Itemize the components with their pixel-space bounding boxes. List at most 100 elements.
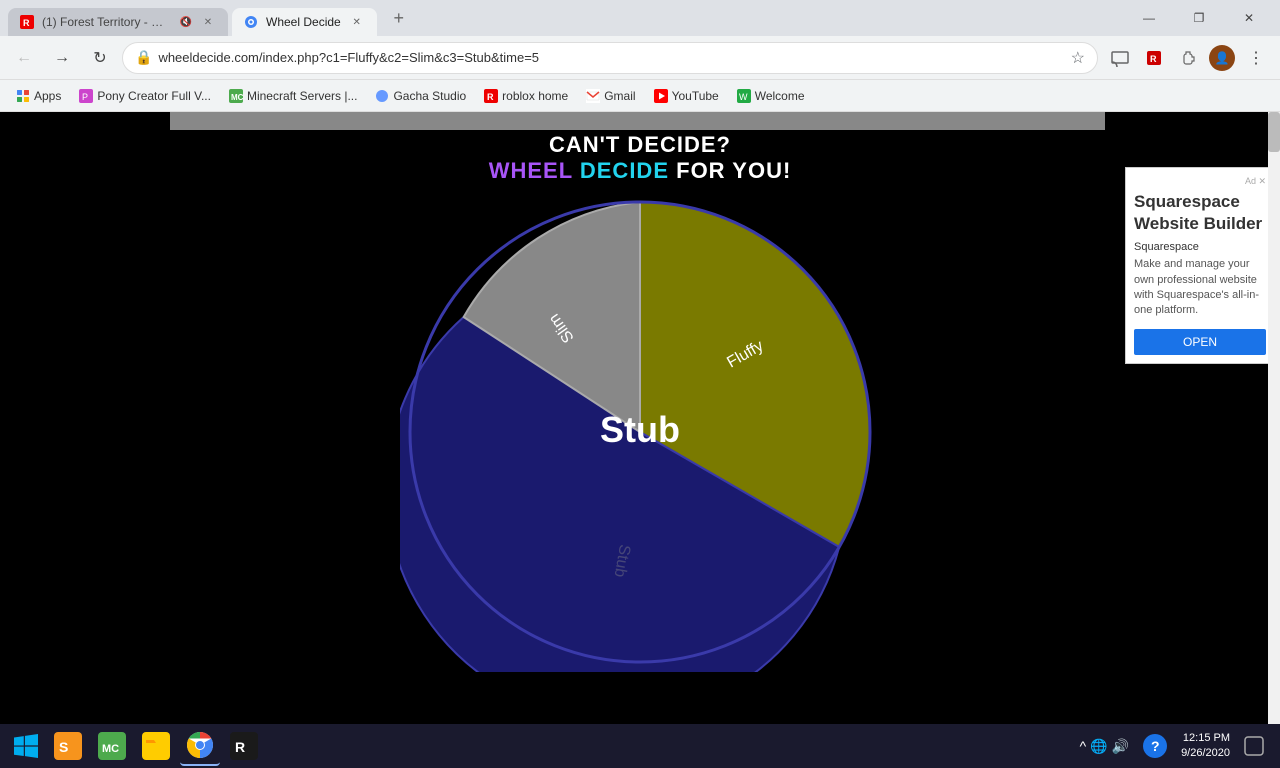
gmail-bookmark-icon [586, 89, 600, 103]
svg-text:MC: MC [102, 743, 119, 755]
extensions-icon[interactable] [1172, 42, 1204, 74]
svg-text:Stub: Stub [600, 409, 680, 450]
minimize-button[interactable]: — [1126, 2, 1172, 34]
svg-text:MC: MC [231, 93, 243, 102]
ad-title: Squarespace Website Builder [1134, 191, 1266, 235]
cast-icon[interactable] [1104, 42, 1136, 74]
svg-text:S: S [59, 739, 68, 755]
svg-text:R: R [23, 18, 30, 28]
forward-button[interactable]: → [46, 42, 78, 74]
scrollbar[interactable] [1268, 112, 1280, 732]
chrome-icon [186, 731, 214, 759]
file-explorer-icon [142, 732, 170, 760]
roblox2-bookmark-icon: R [484, 89, 498, 103]
svg-text:R: R [235, 739, 245, 755]
menu-button[interactable]: ⋮ [1240, 42, 1272, 74]
minecraft-icon: MC [98, 732, 126, 760]
maximize-button[interactable]: ❐ [1176, 2, 1222, 34]
bookmark-gacha[interactable]: Gacha Studio [367, 85, 474, 107]
sound-icon[interactable]: 🔊 [1112, 738, 1129, 755]
bookmark-minecraft[interactable]: MC Minecraft Servers |... [221, 85, 365, 107]
clock-time: 12:15 PM [1181, 731, 1230, 746]
network-icon[interactable]: 🌐 [1090, 738, 1107, 755]
notification-icon [1244, 736, 1264, 756]
windows-logo-icon [14, 734, 38, 758]
ad-description: Make and manage your own professional we… [1134, 257, 1266, 319]
wheel-container[interactable]: Stub Fluffy Slim Stub [400, 192, 880, 677]
taskbar-help[interactable]: ? [1135, 726, 1175, 766]
bookmark-youtube[interactable]: YouTube [646, 85, 727, 107]
tab-roblox-close[interactable]: ✕ [200, 14, 216, 30]
heading-decide: DECIDE [580, 158, 669, 183]
bookmark-apps[interactable]: Apps [8, 85, 69, 107]
bookmarks-bar: Apps P Pony Creator Full V... MC Minecra… [0, 80, 1280, 112]
bookmark-gacha-label: Gacha Studio [393, 89, 466, 103]
help-icon: ? [1141, 732, 1169, 760]
heading-wheel: WHEEL [489, 158, 573, 183]
bookmark-welcome-label: Welcome [755, 89, 805, 103]
top-banner [170, 112, 1105, 130]
bookmark-gmail-label: Gmail [604, 89, 635, 103]
scratch-icon: S [54, 732, 82, 760]
close-button[interactable]: ✕ [1226, 2, 1272, 34]
ad-open-button[interactable]: OPEN [1134, 329, 1266, 355]
taskbar-clock[interactable]: 12:15 PM 9/26/2020 [1181, 731, 1230, 762]
tab-roblox[interactable]: R (1) Forest Territory - Roblox 🔇 ✕ [8, 8, 228, 36]
new-tab-button[interactable]: + [385, 4, 413, 32]
notification-center[interactable] [1236, 728, 1272, 764]
tab-wheeldecide[interactable]: Wheel Decide ✕ [232, 8, 377, 36]
bookmark-youtube-label: YouTube [672, 89, 719, 103]
taskbar-roblox[interactable]: R [224, 726, 264, 766]
bookmark-welcome[interactable]: W Welcome [729, 85, 813, 107]
ad-panel: Ad ✕ Squarespace Website Builder Squares… [1125, 167, 1275, 364]
bookmark-pony-label: Pony Creator Full V... [97, 89, 211, 103]
wheel-svg: Stub Fluffy Slim Stub [400, 192, 880, 672]
window-controls: — ❐ ✕ [1126, 2, 1272, 34]
bookmark-robloxhome-label: roblox home [502, 89, 568, 103]
address-text: wheeldecide.com/index.php?c1=Fluffy&c2=S… [158, 50, 1064, 65]
lock-icon: 🔒 [135, 49, 152, 66]
apps-bookmark-icon [16, 89, 30, 103]
bookmark-robloxhome[interactable]: R roblox home [476, 85, 576, 107]
bookmark-apps-label: Apps [34, 89, 61, 103]
gacha-bookmark-icon [375, 89, 389, 103]
taskbar-scratch[interactable]: S [48, 726, 88, 766]
pony-bookmark-icon: P [79, 89, 93, 103]
taskbar: S MC R [0, 724, 1280, 768]
reload-button[interactable]: ↻ [84, 42, 116, 74]
tray-chevron[interactable]: ^ [1080, 738, 1087, 754]
tab-roblox-title: (1) Forest Territory - Roblox [42, 15, 172, 29]
clock-date: 9/26/2020 [1181, 746, 1230, 761]
profile-button[interactable]: 👤 [1206, 42, 1238, 74]
start-button[interactable] [8, 728, 44, 764]
roblox-tab-favicon: R [20, 15, 34, 29]
ad-label: Ad ✕ [1134, 176, 1266, 187]
svg-text:?: ? [1151, 738, 1160, 754]
ad-brand: Squarespace [1134, 241, 1266, 253]
bookmark-mc-label: Minecraft Servers |... [247, 89, 357, 103]
bookmark-gmail[interactable]: Gmail [578, 85, 643, 107]
scrollbar-thumb[interactable] [1268, 112, 1280, 152]
tab-mute-icon[interactable]: 🔇 [180, 17, 192, 28]
toolbar-icons: R 👤 ⋮ [1104, 42, 1272, 74]
youtube-bookmark-icon [654, 89, 668, 103]
welcome-bookmark-icon: W [737, 89, 751, 103]
taskbar-right: ^ 🌐 🔊 ? 12:15 PM 9/26/2020 [1080, 726, 1272, 766]
taskbar-minecraft[interactable]: MC [92, 726, 132, 766]
address-bar[interactable]: 🔒 wheeldecide.com/index.php?c1=Fluffy&c2… [122, 42, 1098, 74]
bookmark-star-icon[interactable]: ☆ [1071, 48, 1085, 68]
taskbar-files[interactable] [136, 726, 176, 766]
browser-toolbar: ← → ↻ 🔒 wheeldecide.com/index.php?c1=Flu… [0, 36, 1280, 80]
extension1-icon[interactable]: R [1138, 42, 1170, 74]
back-button[interactable]: ← [8, 42, 40, 74]
svg-text:R: R [1150, 54, 1157, 64]
profile-avatar: 👤 [1209, 45, 1235, 71]
svg-text:R: R [487, 92, 494, 102]
svg-text:W: W [739, 92, 748, 102]
heading-area: CAN'T DECIDE? WHEEL DECIDE FOR YOU! [0, 132, 1280, 184]
taskbar-chrome[interactable] [180, 726, 220, 766]
bookmark-ponycreator[interactable]: P Pony Creator Full V... [71, 85, 219, 107]
heading-line2: WHEEL DECIDE FOR YOU! [0, 158, 1280, 184]
wheel-tab-favicon [244, 15, 258, 29]
tab-wheel-close[interactable]: ✕ [349, 14, 365, 30]
